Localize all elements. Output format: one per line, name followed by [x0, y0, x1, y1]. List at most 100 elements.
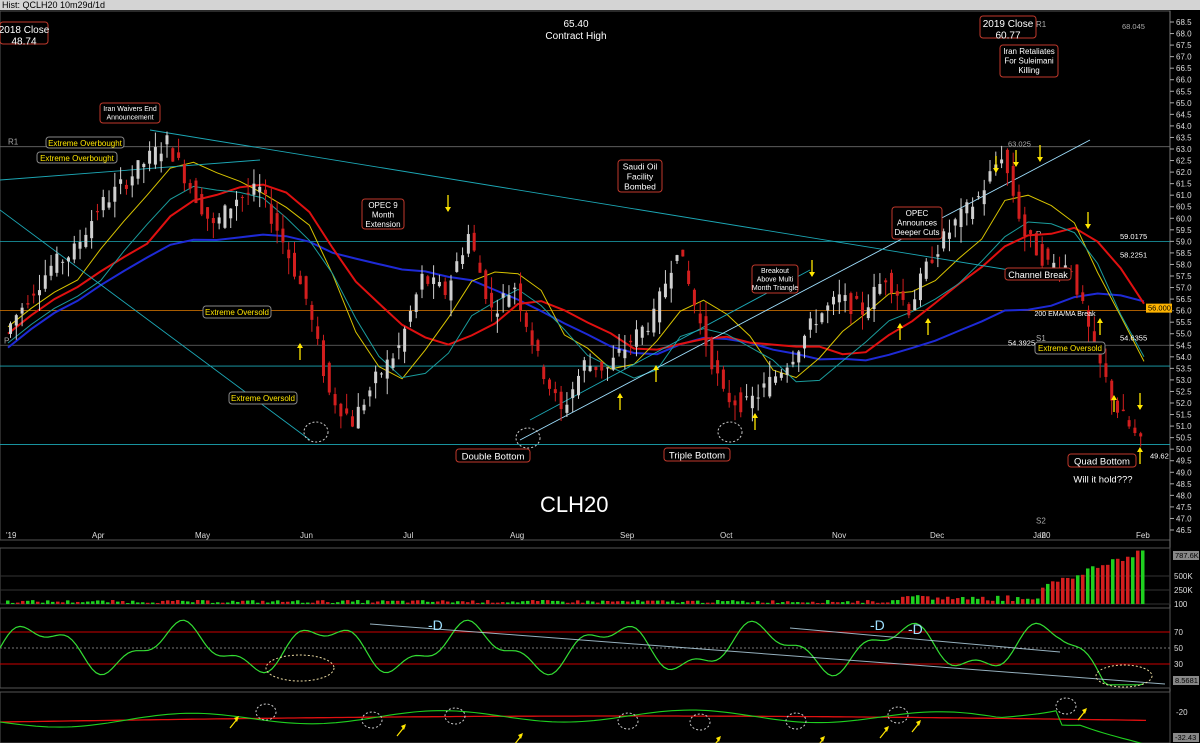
y-tick-label: 67.5 [1176, 41, 1192, 50]
candle-body [814, 324, 818, 326]
price-tag: 68.045 [1122, 22, 1145, 31]
signal-arrowhead [1037, 157, 1043, 162]
candle-body [1017, 191, 1021, 219]
volume-bar [196, 600, 200, 604]
y-tick-label: 50.0 [1176, 445, 1192, 454]
volume-bar [371, 602, 375, 604]
candle-body [478, 262, 482, 273]
candle-body [837, 294, 841, 303]
candle-body [403, 328, 407, 352]
candle-body [774, 376, 778, 383]
candle-body [600, 361, 604, 371]
volume-bar [626, 601, 630, 604]
candle-body [930, 259, 934, 263]
candle-body [582, 360, 586, 371]
candle-body [971, 206, 975, 219]
momentum-arrowhead [716, 736, 721, 742]
annotation-saudi: Facility [627, 172, 654, 182]
candle-body [1029, 230, 1033, 234]
candle-body [484, 270, 488, 299]
annotation-ext_ob_1: Extreme Overbought [48, 139, 123, 148]
volume-bar [1076, 575, 1080, 604]
candle-body [14, 315, 18, 326]
volume-bar [381, 600, 385, 604]
volume-bar [421, 600, 425, 604]
volume-bar [1036, 598, 1040, 604]
momentum-signal [0, 715, 1147, 723]
candle-body [90, 221, 94, 239]
y-tick-label: 63.0 [1176, 145, 1192, 154]
candle-body [235, 199, 239, 207]
volume-bar [491, 602, 495, 604]
candle-body [1081, 292, 1085, 301]
momentum-arrowhead [820, 736, 825, 742]
annotation-breakout: Above Multi [757, 277, 794, 284]
signal-arrowhead [445, 207, 451, 212]
volume-bar [676, 602, 680, 604]
volume-bar [756, 600, 760, 604]
annotation-opec_cuts: OPEC [906, 209, 929, 218]
annotation-ext_os_1: Extreme Oversold [205, 308, 269, 317]
volume-bar [291, 601, 295, 604]
volume-bar [861, 602, 865, 604]
volume-bar [1126, 556, 1130, 604]
y-tick-label: 50.5 [1176, 434, 1192, 443]
annotation-saudi: Saudi Oil [623, 162, 658, 172]
candle-body [298, 275, 302, 285]
price-tag: 56.0001 [1148, 304, 1175, 313]
y-tick-label: 65.0 [1176, 99, 1192, 108]
candle-body [924, 261, 928, 279]
candle-body [229, 208, 233, 219]
annotation-opec_cuts: Announces [897, 219, 937, 228]
price-chart[interactable]: R1PR1PS1S2 68.568.067.567.066.566.065.56… [0, 0, 1200, 743]
volume-bar [976, 598, 980, 604]
volume-bar [261, 600, 265, 604]
signal-arrowhead [617, 393, 623, 398]
momentum-last: -32.43 [1175, 733, 1196, 742]
candle-body [646, 330, 650, 332]
volume-bar [986, 600, 990, 604]
volume-bar [846, 601, 850, 604]
annotation-double_bottom: Double Bottom [462, 452, 525, 463]
candle-body [808, 318, 812, 330]
volume-bar [696, 600, 700, 604]
rsi-circle [265, 654, 335, 682]
candle-body [1023, 214, 1027, 237]
signal-arrowhead [897, 323, 903, 328]
volume-bar [341, 600, 345, 604]
candle-body [698, 313, 702, 324]
volume-bar [981, 596, 985, 604]
volume-bar [166, 600, 170, 604]
candle-body [194, 180, 198, 204]
signal-arrowhead [1137, 447, 1143, 452]
y-tick-label: 64.5 [1176, 110, 1192, 119]
price-tag: 58.2251 [1120, 251, 1147, 260]
candle-body [55, 253, 59, 273]
volume-bar [146, 602, 150, 604]
momentum-circle [1055, 697, 1077, 715]
y-tick-label: 68.5 [1176, 18, 1192, 27]
candle-body [188, 183, 192, 189]
volume-bar [836, 602, 840, 604]
volume-bar [616, 601, 620, 604]
volume-bar [1016, 597, 1020, 604]
candle-body [408, 310, 412, 322]
signal-arrowhead [1097, 318, 1103, 323]
volume-bar [221, 602, 225, 604]
bottom-circle [303, 421, 329, 443]
volume-bar [26, 600, 30, 604]
volume-bar [956, 598, 960, 604]
y-tick-label: 56.0 [1176, 307, 1192, 316]
x-tick-label: Feb [1136, 531, 1150, 540]
annotation-opec9: Month [372, 211, 394, 220]
volume-bar [311, 602, 315, 604]
candle-body [281, 228, 285, 243]
volume-bar [821, 602, 825, 604]
volume-bar [866, 600, 870, 604]
annotation-ext_os_2: Extreme Oversold [231, 394, 295, 403]
y-tick-label: 66.0 [1176, 76, 1192, 85]
candle-body [310, 304, 314, 320]
volume-bar [511, 601, 515, 604]
volume-bar [51, 601, 55, 604]
candle-body [269, 204, 273, 224]
